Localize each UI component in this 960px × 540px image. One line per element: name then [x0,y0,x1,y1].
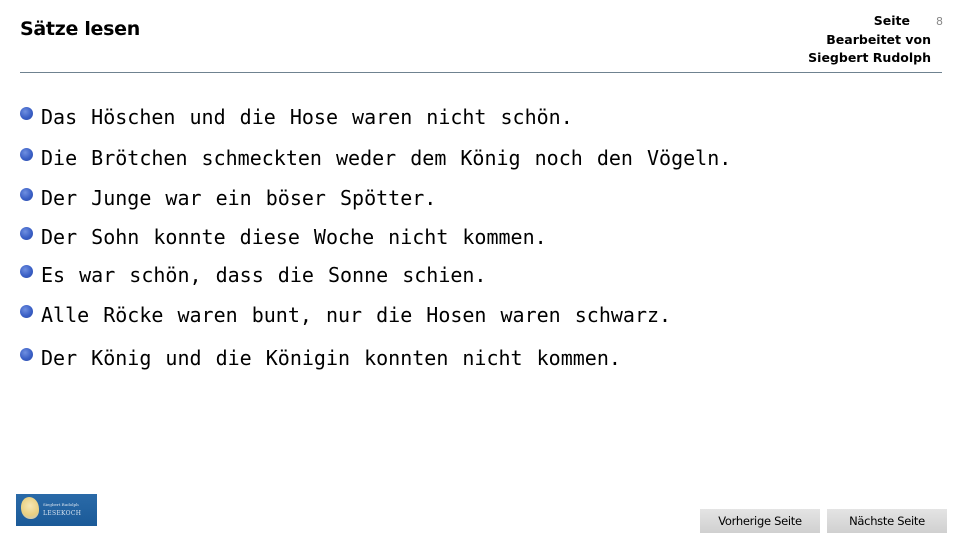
previous-page-button[interactable]: Vorherige Seite [700,509,820,533]
logo-author: Siegbert Rudolph [43,502,79,507]
page-title: Sätze lesen [20,18,140,40]
page-meta: Seite 8 Bearbeitet von Siegbert Rudolph [808,12,943,67]
logo-brand: LESEKOCH [43,510,82,517]
page-number: 8 [936,15,943,28]
sentence-text: Der Sohn konnte diese Woche nicht kommen… [41,225,547,249]
bullet-icon [20,265,33,278]
bullet-icon [20,305,33,318]
bullet-icon [20,348,33,361]
page-label: Seite [873,13,910,28]
bullet-icon [20,188,33,201]
sentence-text: Alle Röcke waren bunt, nur die Hosen war… [41,303,672,327]
next-page-button[interactable]: Nächste Seite [827,509,947,533]
bullet-icon [20,227,33,240]
sentence-text: Das Höschen und die Hose waren nicht sch… [41,105,573,129]
sentence-text: Der Junge war ein böser Spötter. [41,186,437,210]
bullet-icon [20,107,33,120]
sentence-text: Es war schön, dass die Sonne schien. [41,263,487,287]
page-indicator: Seite 8 [808,12,943,31]
author-name: Siegbert Rudolph [808,50,931,65]
lightbulb-icon [21,497,39,519]
header-divider [20,72,942,73]
edited-by-label: Bearbeitet von [826,32,931,47]
sentence-text: Die Brötchen schmeckten weder dem König … [41,146,732,170]
sentence-text: Der König und die Königin konnten nicht … [41,346,621,370]
lesekoch-logo: Siegbert Rudolph LESEKOCH [16,494,97,526]
bullet-icon [20,148,33,161]
